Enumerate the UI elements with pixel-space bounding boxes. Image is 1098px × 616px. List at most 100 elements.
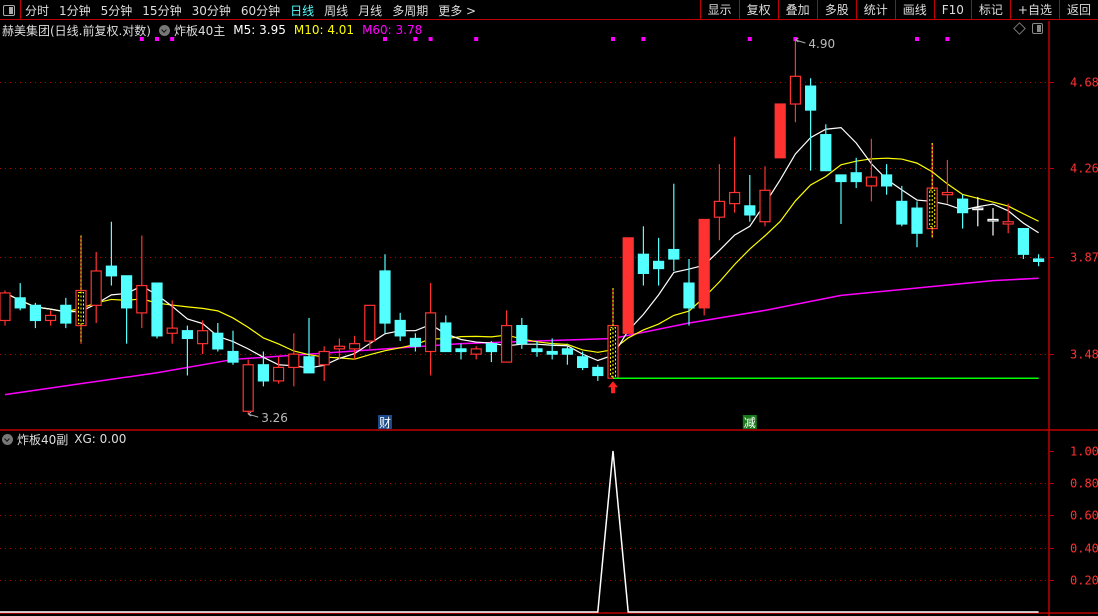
candle-body: [744, 205, 756, 216]
candle: [956, 194, 969, 229]
candle-body: [1002, 221, 1014, 225]
candle-body: [197, 330, 209, 345]
candle: [835, 174, 847, 225]
candle-body: [303, 356, 315, 374]
candle-body: [789, 75, 802, 105]
candle-body: [880, 174, 893, 187]
candle-body: [865, 176, 878, 187]
candle-body: [349, 343, 361, 350]
candle: [516, 317, 528, 349]
candle: [607, 287, 619, 379]
candle-body: [151, 282, 163, 337]
candle: [652, 237, 665, 286]
candle: [379, 254, 391, 334]
candle: [576, 351, 589, 371]
main-panel-header: 赫美集团(日线.前复权.对数) 炸板40主 M5: 3.95 M10: 4.01…: [2, 22, 430, 38]
candle-body: [561, 348, 574, 355]
candle: [227, 330, 239, 365]
candle: [592, 364, 604, 381]
price-tick-label: 3.48: [1070, 348, 1098, 362]
candle: [136, 235, 148, 329]
candle-body: [774, 103, 786, 159]
ma10-value: M10: 4.01: [293, 23, 355, 37]
candle: [744, 174, 756, 222]
candle: [774, 103, 786, 159]
candle: [105, 221, 118, 286]
buy-arrow-icon: [608, 381, 618, 394]
candle: [197, 320, 209, 355]
candle-body: [820, 134, 832, 172]
candle: [637, 226, 650, 286]
candle-body: [713, 200, 726, 218]
candle: [698, 218, 710, 316]
candle: [29, 302, 41, 329]
candle-body: [181, 330, 193, 340]
candle-body: [698, 218, 710, 309]
candle-body: [1032, 258, 1045, 262]
candle: [394, 312, 406, 342]
indicator-dropdown-icon[interactable]: [159, 24, 170, 36]
candle: [683, 259, 695, 326]
candle-body: [850, 172, 862, 183]
candle: [1017, 227, 1030, 260]
candle: [440, 315, 452, 353]
candle: [212, 323, 224, 352]
candle-body: [333, 345, 345, 350]
candle: [273, 356, 285, 384]
candle-body: [652, 260, 665, 270]
candle-body: [576, 356, 589, 369]
candle-body: [29, 304, 41, 322]
signal-dot: [747, 37, 752, 41]
candlestick-chart[interactable]: 4.68 4.26 3.87 3.48 1.00 0.80 0.60 0.40 0.20 4.90…: [0, 0, 1098, 616]
candle-body: [0, 292, 11, 322]
candle: [713, 164, 726, 241]
sub-indicator-name[interactable]: 炸板40副: [17, 431, 68, 448]
candle-body: [212, 332, 224, 350]
candle-body: [288, 353, 300, 369]
candle-body: [485, 343, 497, 353]
indicator-dropdown-icon[interactable]: [2, 433, 13, 445]
price-tick-label: 4.68: [1070, 76, 1098, 90]
candle: [0, 290, 11, 326]
candle-body: [668, 248, 680, 260]
high-price-label-arrow-icon: [795, 37, 806, 44]
candle: [44, 310, 57, 326]
sub-panel-header: 炸板40副 XG: 0.00: [2, 431, 132, 447]
candle: [333, 338, 345, 360]
candle-body: [546, 350, 558, 355]
candle: [151, 282, 163, 339]
candle-body: [835, 174, 847, 183]
candle: [728, 136, 741, 213]
price-tick-label: 3.87: [1070, 251, 1098, 265]
signal-dot: [474, 37, 479, 41]
candle: [303, 317, 315, 374]
candle: [409, 333, 421, 352]
candle-body: [637, 253, 650, 274]
event-marker: 减: [744, 416, 756, 430]
signal-dot: [915, 37, 919, 41]
indicator-name[interactable]: 炸板40主: [174, 22, 225, 39]
high-price-label: 4.90: [808, 37, 835, 51]
low-price-label: 3.26: [261, 411, 288, 425]
xg-tick-label: 0.40: [1070, 542, 1098, 556]
candle-body: [166, 327, 178, 334]
candle-body: [728, 191, 741, 205]
candle-body: [987, 218, 999, 222]
candle: [470, 346, 482, 360]
candle: [90, 251, 102, 324]
candle: [789, 40, 802, 123]
candle-body: [394, 319, 406, 337]
candle-body: [425, 312, 437, 353]
panel-toggle-icon[interactable]: [1032, 23, 1043, 34]
candle-body: [105, 265, 118, 277]
candle-body: [896, 200, 908, 225]
candle-body: [911, 207, 923, 234]
diamond-icon[interactable]: [1013, 22, 1026, 35]
candle: [75, 235, 87, 344]
signal-dot: [611, 37, 615, 41]
candle: [318, 346, 330, 381]
candle-body: [257, 364, 269, 382]
candle-body: [379, 270, 391, 324]
candle: [546, 338, 558, 360]
xg-tick-label: 1.00: [1070, 445, 1098, 459]
